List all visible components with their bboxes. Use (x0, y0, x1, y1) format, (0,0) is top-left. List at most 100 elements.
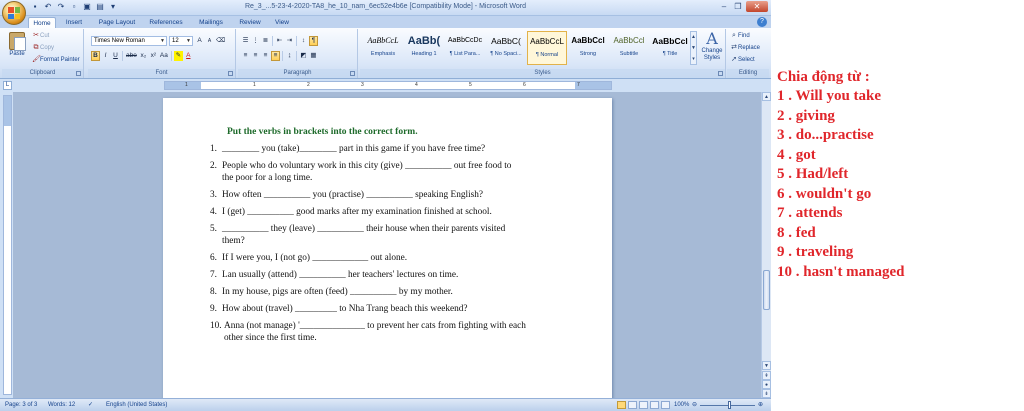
close-icon[interactable]: ✕ (746, 1, 768, 12)
tab-page-layout[interactable]: Page Layout (95, 17, 139, 28)
print-layout-view-icon[interactable] (617, 401, 626, 409)
vertical-ruler[interactable] (3, 95, 12, 395)
clipboard-launcher-icon[interactable] (76, 71, 81, 76)
superscript-button[interactable]: x² (149, 51, 158, 61)
styles-launcher-icon[interactable] (718, 71, 723, 76)
tab-insert[interactable]: Insert (60, 17, 88, 28)
font-size-box[interactable]: 12 ▼ (169, 36, 193, 46)
align-right-icon[interactable]: ≡ (261, 51, 270, 61)
zoom-in-icon[interactable]: ⊕ (758, 399, 763, 411)
full-screen-view-icon[interactable] (628, 401, 637, 409)
scrollbar-thumb[interactable] (763, 270, 770, 310)
previous-page-icon[interactable]: ⇞ (762, 371, 771, 380)
format-painter-button[interactable]: 🖌Format Painter (32, 56, 80, 64)
question-item: 3. How often __________ you (practise) _… (210, 190, 484, 200)
zoom-out-icon[interactable]: ⊖ (692, 399, 697, 411)
paintbrush-icon: 🖌 (32, 56, 41, 63)
borders-icon[interactable]: ▦ (309, 51, 318, 61)
document-area[interactable]: Put the verbs in brackets into the corre… (13, 92, 761, 398)
top-margin (4, 96, 11, 126)
scroll-down-icon[interactable]: ▼ (762, 361, 771, 370)
minimize-icon[interactable]: – (718, 1, 730, 12)
font-group: Times New Roman ▼ 12 ▼ A A ⌫ B I U abe x₂ … (88, 29, 236, 78)
tab-selector-icon[interactable]: L (3, 81, 12, 90)
question-item: 8. In my house, pigs are often (feed) __… (210, 287, 453, 297)
question-item: 7. Lan usually (attend) __________ her t… (210, 270, 459, 280)
restore-icon[interactable]: ❐ (732, 1, 744, 12)
style-no-spacing[interactable]: AaBbC( ¶ No Spaci... (486, 31, 526, 65)
question-item: 10. Anna (not manage) '______________ to… (210, 321, 526, 343)
editing-label: Editing (727, 69, 769, 78)
zoom-slider-thumb[interactable] (728, 401, 731, 409)
paragraph-launcher-icon[interactable] (350, 71, 355, 76)
line-spacing-icon[interactable]: ↨ (285, 51, 294, 61)
font-color-button[interactable]: A (184, 51, 193, 61)
style-heading-1[interactable]: AaBb( Heading 1 (404, 31, 444, 65)
web-layout-view-icon[interactable] (639, 401, 648, 409)
change-styles-button[interactable]: A Change Styles (699, 30, 725, 68)
language-indicator[interactable]: English (United States) (106, 399, 167, 411)
page-count[interactable]: Page: 3 of 3 (5, 399, 37, 411)
help-icon[interactable]: ? (757, 17, 767, 27)
shading-icon[interactable]: ◩ (299, 51, 308, 61)
office-button[interactable] (2, 1, 26, 25)
bullets-icon[interactable]: ☰ (241, 36, 250, 46)
cut-button[interactable]: ✂Cut (32, 32, 49, 40)
clear-formatting-icon[interactable]: ⌫ (215, 36, 226, 46)
strikethrough-button[interactable]: abe (125, 51, 138, 61)
show-marks-icon[interactable]: ¶ (309, 36, 318, 46)
underline-button[interactable]: U (111, 51, 120, 61)
replace-button[interactable]: ⇄Replace (730, 44, 760, 52)
subscript-button[interactable]: x₂ (139, 51, 148, 61)
tab-home[interactable]: Home (28, 17, 56, 28)
multilevel-list-icon[interactable]: ≣ (261, 36, 270, 46)
numbering-icon[interactable]: ⋮ (251, 36, 260, 46)
select-button[interactable]: ➚Select (730, 56, 755, 64)
vertical-scrollbar[interactable]: ▲ ▼ ⇞ ● ⇟ (761, 92, 771, 398)
chevron-up-icon[interactable]: ▲ (691, 32, 696, 43)
tab-references[interactable]: References (146, 17, 186, 28)
bold-button[interactable]: B (91, 51, 100, 61)
paste-button[interactable]: Paste (5, 31, 29, 67)
scroll-up-icon[interactable]: ▲ (762, 92, 771, 101)
paragraph-label: Paragraph (238, 69, 357, 78)
italic-button[interactable]: I (101, 51, 110, 61)
style-normal[interactable]: AaBbCcL ¶ Normal (527, 31, 567, 65)
tab-mailings[interactable]: Mailings (194, 17, 228, 28)
increase-indent-icon[interactable]: ⇥ (285, 36, 294, 46)
change-styles-icon: A (706, 29, 718, 48)
align-center-icon[interactable]: ≡ (251, 51, 260, 61)
document-page[interactable]: Put the verbs in brackets into the corre… (163, 98, 612, 398)
style-subtitle[interactable]: AaBbCcl Subtitle (609, 31, 649, 65)
style-title[interactable]: AaBbCcl ¶ Title (650, 31, 690, 65)
chevron-down-icon[interactable]: ▼ (691, 43, 696, 54)
align-left-icon[interactable]: ≡ (241, 51, 250, 61)
font-name-box[interactable]: Times New Roman ▼ (91, 36, 167, 46)
horizontal-ruler[interactable]: 1 1 2 3 4 5 6 7 (164, 81, 612, 90)
find-button[interactable]: ⌕ Find (730, 32, 750, 40)
change-case-button[interactable]: Aa (159, 51, 169, 61)
style-emphasis[interactable]: AaBbCcL Emphasis (363, 31, 403, 65)
copy-button[interactable]: ⧉ Copy (32, 44, 55, 52)
style-strong[interactable]: AaBbCcl Strong (568, 31, 608, 65)
styles-gallery-scroll[interactable]: ▲ ▼ ▾ (690, 31, 697, 65)
more-icon[interactable]: ▾ (691, 54, 696, 65)
word-count[interactable]: Words: 12 (48, 399, 75, 411)
decrease-indent-icon[interactable]: ⇤ (275, 36, 284, 46)
style-list-paragraph[interactable]: AaBbCcDc ¶ List Para... (445, 31, 485, 65)
grow-font-button[interactable]: A (195, 36, 204, 46)
draft-view-icon[interactable] (661, 401, 670, 409)
zoom-level[interactable]: 100% (674, 399, 689, 411)
select-browse-object-icon[interactable]: ● (762, 380, 771, 389)
proofing-icon[interactable]: ✓ (88, 399, 93, 411)
next-page-icon[interactable]: ⇟ (762, 389, 771, 398)
outline-view-icon[interactable] (650, 401, 659, 409)
font-launcher-icon[interactable] (228, 71, 233, 76)
sort-icon[interactable]: ↕ (299, 36, 308, 46)
justify-icon[interactable]: ≡ (271, 51, 280, 61)
tab-review[interactable]: Review (236, 17, 264, 28)
shrink-font-button[interactable]: A (205, 36, 214, 46)
tab-view[interactable]: View (270, 17, 294, 28)
highlight-icon[interactable]: ✎ (173, 51, 183, 61)
chevron-down-icon: ▼ (186, 38, 191, 44)
